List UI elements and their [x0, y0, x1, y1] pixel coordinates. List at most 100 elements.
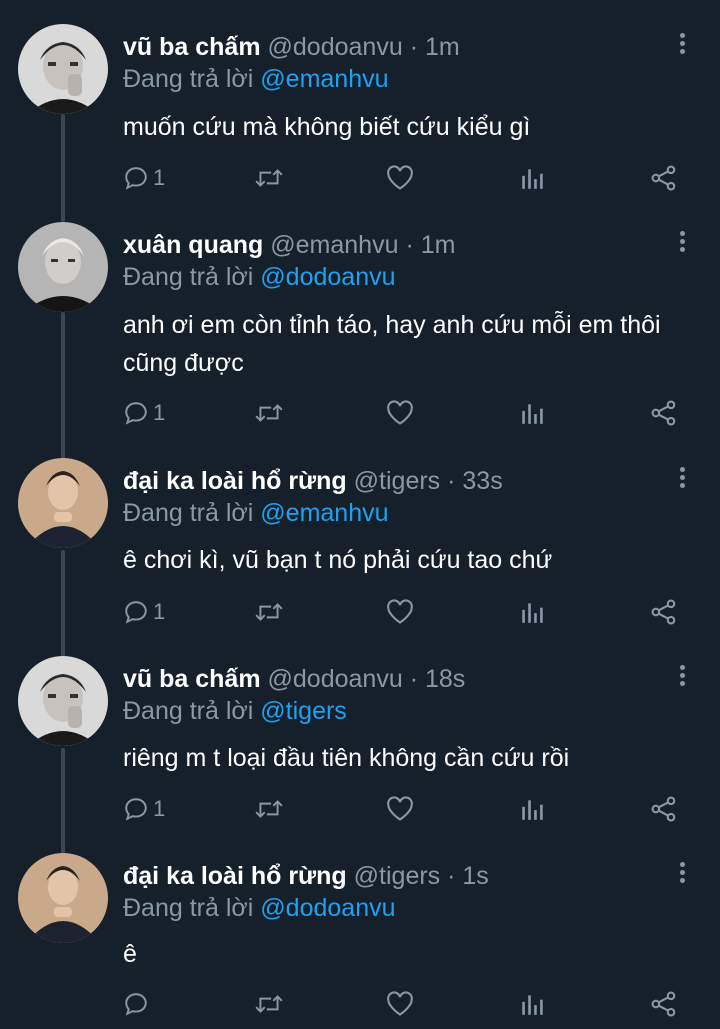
retweet-button[interactable] [254, 989, 284, 1019]
user-handle[interactable]: @dodoanvu [268, 33, 403, 61]
share-icon [651, 991, 676, 1017]
analytics-button[interactable] [519, 163, 545, 193]
like-icon [387, 400, 413, 425]
reply-button[interactable]: 1 [123, 163, 165, 193]
share-button[interactable] [650, 398, 678, 428]
avatar[interactable] [18, 222, 108, 312]
reply-count: 1 [153, 400, 166, 425]
separator-dot: · [409, 665, 419, 693]
reply-button[interactable]: 1 [123, 597, 165, 627]
retweet-button[interactable] [254, 794, 284, 824]
share-button[interactable] [650, 163, 678, 193]
user-handle[interactable]: @emanhvu [270, 231, 398, 259]
tweet-header: xuân quang @emanhvu · 1m [123, 228, 455, 262]
share-button[interactable] [650, 989, 678, 1019]
tweet-header: đại ka loài hổ rừng @tigers · 1s [123, 859, 489, 893]
like-button[interactable] [386, 398, 414, 428]
more-icon[interactable] [672, 464, 692, 494]
more-icon[interactable] [672, 859, 692, 889]
avatar[interactable] [18, 24, 108, 114]
retweet-button[interactable] [254, 597, 284, 627]
mention-link[interactable]: @emanhvu [260, 65, 388, 93]
share-button[interactable] [650, 597, 678, 627]
avatar[interactable] [18, 458, 108, 548]
more-icon[interactable] [672, 228, 692, 258]
like-button[interactable] [386, 794, 414, 824]
more-icon[interactable] [672, 662, 692, 692]
reply-icon [125, 993, 147, 1016]
retweet-icon [255, 603, 283, 621]
separator-dot: · [447, 862, 456, 890]
display-name[interactable]: vũ ba chấm [123, 33, 261, 61]
replying-to-label: Đang trả lời [123, 499, 254, 527]
like-icon [387, 599, 413, 624]
tweet[interactable]: đại ka loài hổ rừng @tigers · 33s Đang t… [0, 458, 720, 634]
like-button[interactable] [386, 163, 414, 193]
timestamp[interactable]: 1m [425, 33, 460, 61]
analytics-button[interactable] [519, 597, 545, 627]
analytics-button[interactable] [519, 398, 545, 428]
analytics-icon [522, 800, 543, 820]
action-bar [0, 989, 720, 1019]
more-icon[interactable] [672, 30, 692, 60]
timestamp[interactable]: 33s [462, 467, 502, 495]
analytics-button[interactable] [519, 989, 545, 1019]
retweet-icon [255, 800, 283, 818]
replying-to: Đang trả lời @tigers [123, 696, 347, 726]
retweet-icon [255, 169, 283, 187]
tweet[interactable]: vũ ba chấm @dodoanvu · 1m Đang trả lời @… [0, 24, 720, 200]
like-button[interactable] [386, 597, 414, 627]
display-name[interactable]: đại ka loài hổ rừng [123, 467, 347, 495]
display-name[interactable]: đại ka loài hổ rừng [123, 862, 347, 890]
mention-link[interactable]: @tigers [260, 697, 347, 725]
timestamp[interactable]: 18s [425, 665, 465, 693]
reply-button[interactable]: 1 [123, 398, 165, 428]
tweet-header: đại ka loài hổ rừng @tigers · 33s [123, 464, 503, 498]
avatar[interactable] [18, 853, 108, 943]
reply-icon [125, 402, 147, 425]
mention-link[interactable]: @dodoanvu [260, 894, 395, 922]
user-handle[interactable]: @tigers [354, 862, 441, 890]
mention-link[interactable]: @dodoanvu [260, 263, 395, 291]
analytics-icon [522, 995, 543, 1015]
separator-dot: · [409, 33, 419, 61]
avatar[interactable] [18, 656, 108, 746]
replying-to: Đang trả lời @emanhvu [123, 64, 389, 94]
timestamp[interactable]: 1s [462, 862, 488, 890]
separator-dot: · [447, 467, 456, 495]
like-icon [387, 796, 413, 821]
share-button[interactable] [650, 794, 678, 824]
tweet-text: muốn cứu mà không biết cứu kiểu gì [123, 113, 531, 141]
timestamp[interactable]: 1m [421, 231, 456, 259]
share-icon [651, 796, 676, 822]
action-bar: 1 [0, 597, 720, 627]
reply-button[interactable]: 1 [123, 794, 165, 824]
analytics-icon [522, 603, 543, 623]
user-handle[interactable]: @dodoanvu [268, 665, 403, 693]
tweet[interactable]: đại ka loài hổ rừng @tigers · 1s Đang tr… [0, 853, 720, 1029]
tweet-header: vũ ba chấm @dodoanvu · 18s [123, 662, 465, 696]
tweet-text: ê [123, 940, 137, 968]
like-button[interactable] [386, 989, 414, 1019]
display-name[interactable]: xuân quang [123, 231, 263, 259]
tweet[interactable]: xuân quang @emanhvu · 1m Đang trả lời @d… [0, 222, 720, 438]
retweet-button[interactable] [254, 398, 284, 428]
display-name[interactable]: vũ ba chấm [123, 665, 261, 693]
replying-to: Đang trả lời @dodoanvu [123, 893, 396, 923]
tweet-text: riêng m t loại đầu tiên không cần cứu rồ… [123, 744, 570, 772]
replying-to-label: Đang trả lời [123, 263, 254, 291]
retweet-button[interactable] [254, 163, 284, 193]
analytics-button[interactable] [519, 794, 545, 824]
replying-to-label: Đang trả lời [123, 894, 254, 922]
reply-count: 1 [153, 599, 166, 624]
user-handle[interactable]: @tigers [354, 467, 441, 495]
tweet[interactable]: vũ ba chấm @dodoanvu · 18s Đang trả lời … [0, 656, 720, 832]
reply-count: 1 [153, 796, 166, 821]
reply-button[interactable] [123, 989, 153, 1019]
reply-count: 1 [153, 165, 166, 190]
mention-link[interactable]: @emanhvu [260, 499, 388, 527]
action-bar: 1 [0, 794, 720, 824]
action-bar: 1 [0, 398, 720, 428]
separator-dot: · [405, 231, 414, 259]
share-icon [651, 599, 676, 625]
